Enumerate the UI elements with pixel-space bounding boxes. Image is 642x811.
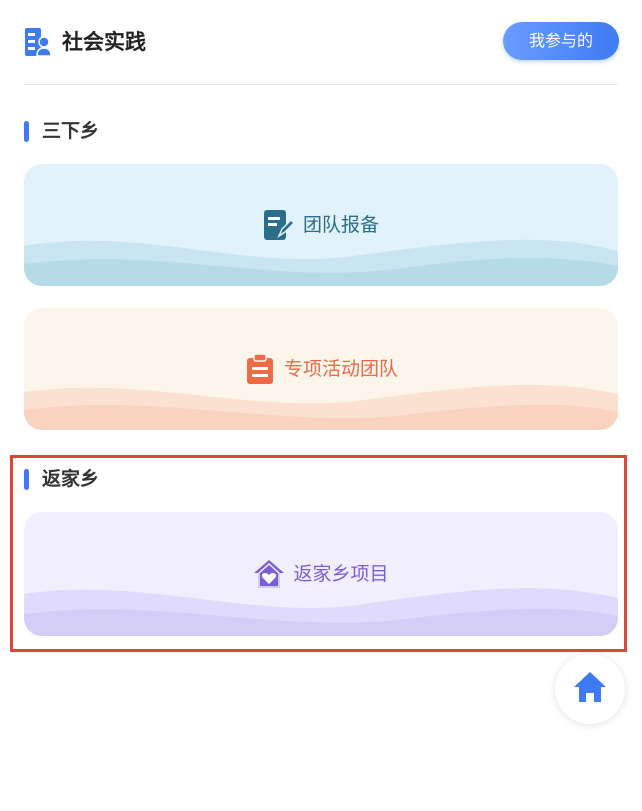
- card-label: 团队报备: [302, 214, 379, 236]
- section-marker: [24, 121, 29, 142]
- card-label: 专项活动团队: [283, 358, 398, 380]
- home-icon: [573, 671, 607, 707]
- return-home-project-card[interactable]: 返家乡项目: [24, 512, 618, 636]
- special-activity-team-card[interactable]: 专项活动团队: [24, 308, 618, 430]
- practice-icon: [25, 28, 52, 57]
- section-marker: [24, 469, 29, 490]
- edit-note-icon: [263, 209, 295, 241]
- section-title-fanjiaxiang: 返家乡: [42, 468, 100, 490]
- clipboard-icon: [244, 353, 276, 385]
- social-practice-page: 社会实践 我参与的 三下乡 团队报备 专项活动团队 返家乡 返家乡项目: [0, 0, 642, 811]
- my-participation-button[interactable]: 我参与的: [503, 22, 619, 60]
- team-report-card[interactable]: 团队报备: [24, 164, 618, 286]
- home-heart-icon: [253, 558, 285, 590]
- home-button[interactable]: [555, 654, 625, 724]
- section-title-sanxiaxiang: 三下乡: [42, 120, 100, 142]
- header-divider: [24, 84, 618, 85]
- page-title: 社会实践: [62, 30, 146, 54]
- card-label: 返家乡项目: [293, 563, 389, 585]
